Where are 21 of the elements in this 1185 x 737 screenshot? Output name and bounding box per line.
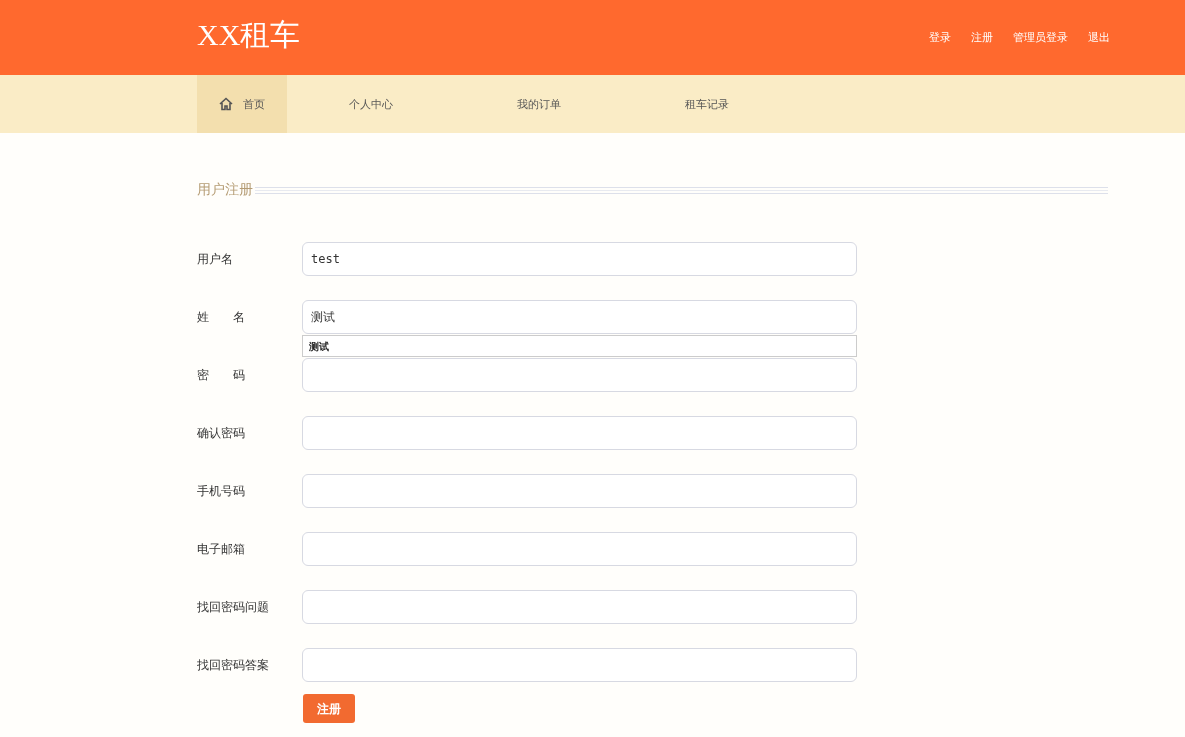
input-field[interactable]	[302, 474, 857, 508]
input-field[interactable]	[302, 416, 857, 450]
section-title: 用户注册	[197, 180, 253, 199]
field-label: 手机号码	[197, 483, 246, 500]
nav-tab[interactable]: 首页	[197, 75, 287, 133]
field-label: 确认密码	[197, 425, 246, 442]
input-field[interactable]	[302, 648, 857, 682]
input-field[interactable]	[302, 358, 857, 392]
input-field[interactable]	[302, 590, 857, 624]
input-field[interactable]: test	[302, 242, 857, 276]
field-label: 密 码	[197, 367, 246, 384]
autocomplete-suggestion[interactable]: 测试	[302, 335, 857, 357]
input-field[interactable]	[302, 532, 857, 566]
home-icon	[219, 97, 233, 111]
field-label: 找回密码答案	[197, 657, 270, 674]
field-label: 电子邮箱	[197, 541, 246, 558]
site-logo: XX租车	[197, 17, 301, 53]
field-label: 找回密码问题	[197, 599, 270, 616]
field-label: 用户名	[197, 251, 234, 268]
field-label: 姓 名	[197, 309, 246, 326]
input-field[interactable]: 测试	[302, 300, 857, 334]
